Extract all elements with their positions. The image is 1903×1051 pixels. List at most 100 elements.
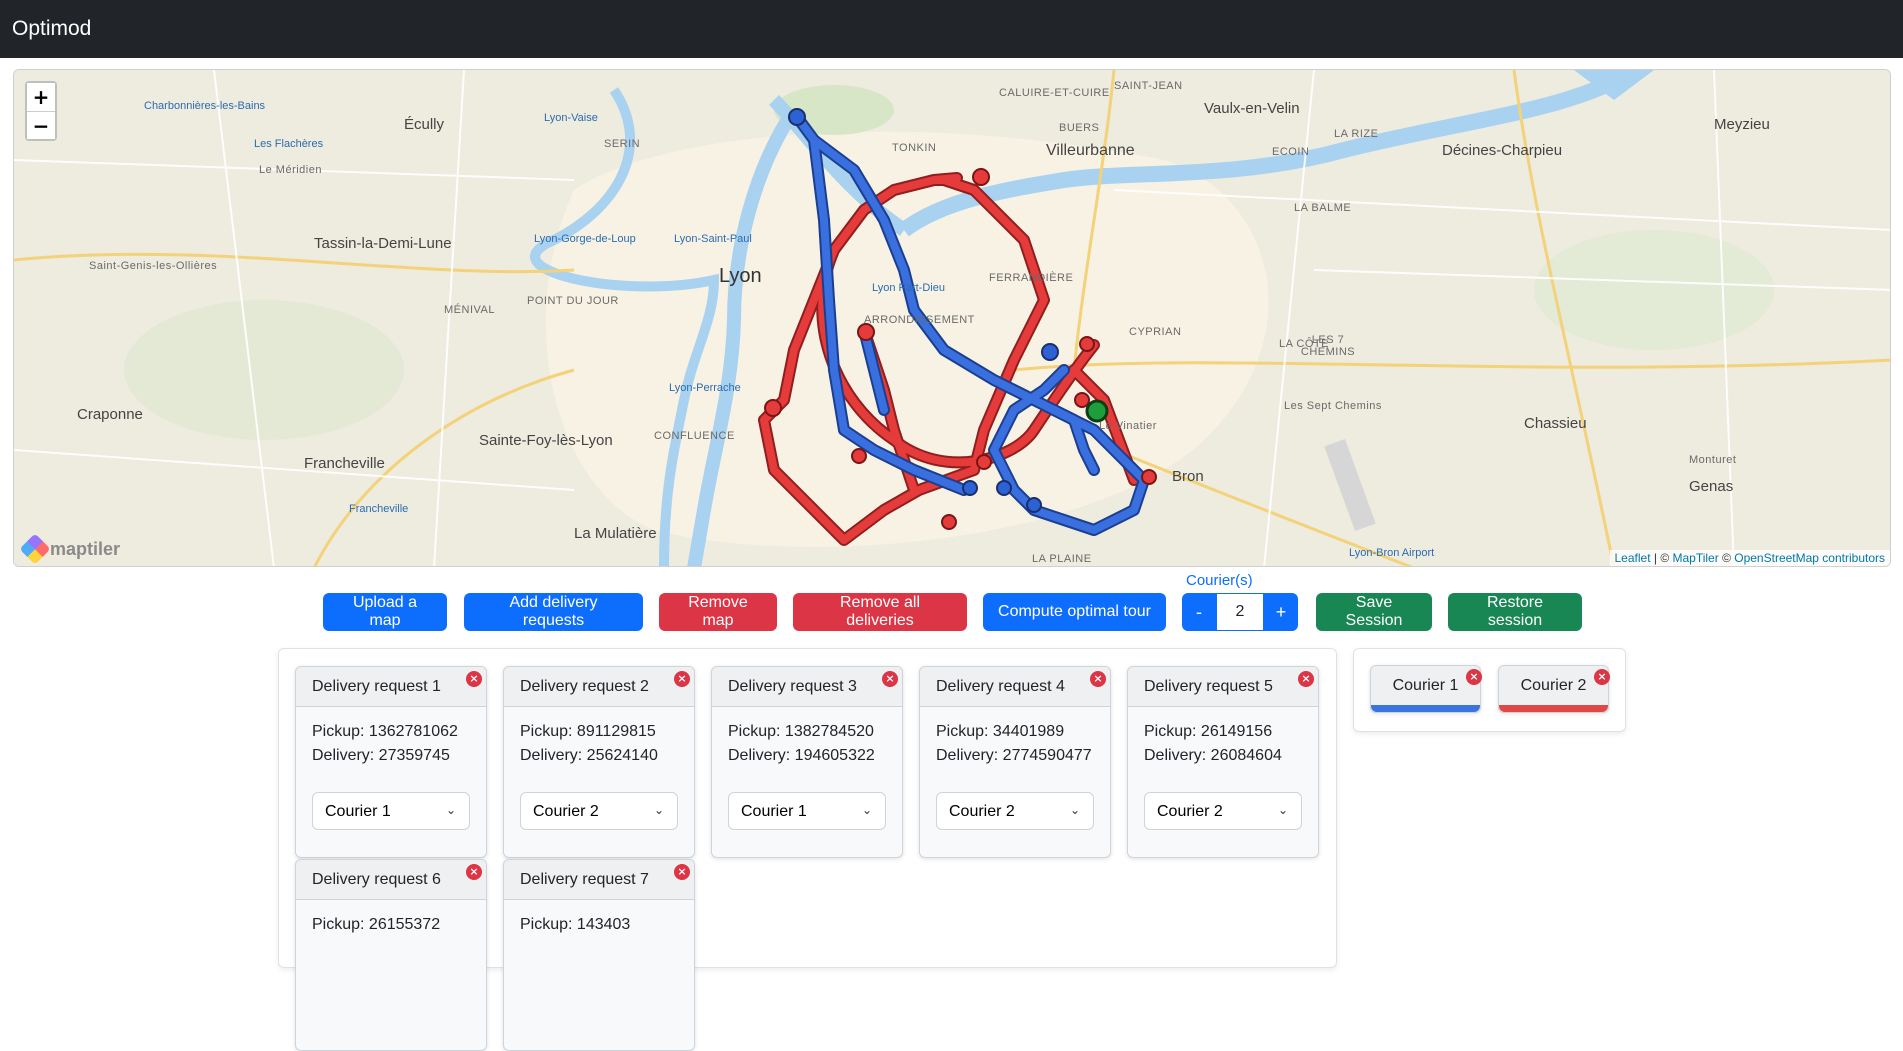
maptiler-logo-text: maptiler [50, 538, 121, 559]
increment-couriers-button[interactable]: + [1264, 593, 1298, 631]
osm-link[interactable]: OpenStreetMap contributors [1734, 551, 1885, 565]
map-label: ECOIN [1272, 146, 1310, 158]
compute-optimal-tour-button[interactable]: Compute optimal tour [983, 593, 1166, 631]
stop-marker[interactable] [1141, 469, 1157, 485]
courier-select[interactable]: Courier 1 [312, 792, 470, 830]
zoom-out-button[interactable]: − [27, 111, 55, 139]
map-label: POINT DU JOUR [527, 295, 619, 307]
remove-request-close-icon[interactable]: × [1090, 671, 1106, 687]
map-label: Décines-Charpieu [1442, 142, 1563, 159]
stop-marker[interactable] [941, 514, 957, 530]
remove-request-close-icon[interactable]: × [674, 864, 690, 880]
map-label: Francheville [349, 503, 409, 515]
courier-count-label: Courier(s) [1186, 572, 1253, 589]
map-label: Meyzieu [1714, 116, 1770, 133]
maptiler-link[interactable]: MapTiler [1673, 551, 1719, 565]
delivery-request-title: Delivery request 5 [1128, 667, 1318, 707]
map-attribution: Leaflet | © MapTiler © OpenStreetMap con… [1609, 550, 1890, 566]
pickup-text: Pickup: 143403 [520, 916, 631, 933]
map-label: FERRANDIÈRE [989, 272, 1074, 284]
stop-marker[interactable] [962, 480, 978, 496]
remove-map-button[interactable]: Remove map [659, 593, 777, 631]
green-area [1534, 230, 1774, 350]
upload-map-button[interactable]: Upload a map [323, 593, 447, 631]
stop-marker[interactable] [1026, 497, 1042, 513]
pickup-text: Pickup: 1382784520 [728, 723, 874, 740]
courier-select[interactable]: Courier 1 [728, 792, 886, 830]
remove-courier-close-icon[interactable]: × [1466, 669, 1482, 685]
stop-marker[interactable] [972, 168, 990, 186]
navbar: Optimod [0, 0, 1903, 58]
stop-marker[interactable] [857, 323, 875, 341]
delivery-request-title: Delivery request 2 [504, 667, 694, 707]
map-label: Lyon Part-Dieu [872, 282, 945, 294]
stop-marker[interactable] [788, 108, 806, 126]
stop-marker[interactable] [851, 448, 867, 464]
pickup-text: Pickup: 1362781062 [312, 723, 458, 740]
delivery-text: Delivery: 27359745 [312, 747, 450, 764]
warehouse-marker[interactable] [1085, 399, 1109, 423]
attribution-separator: © [1718, 551, 1735, 565]
delivery-text: Delivery: 2774590477 [936, 747, 1092, 764]
remove-all-deliveries-button[interactable]: Remove all deliveries [793, 593, 967, 631]
leaflet-link[interactable]: Leaflet [1615, 551, 1651, 565]
map-label: LA BALME [1294, 202, 1352, 214]
remove-request-close-icon[interactable]: × [674, 671, 690, 687]
courier-color-bar [1499, 705, 1608, 712]
map-label: SERIN [604, 138, 641, 150]
courier-select[interactable]: Courier 2 [520, 792, 678, 830]
map-label: Lyon [719, 265, 762, 287]
remove-request-close-icon[interactable]: × [466, 671, 482, 687]
courier-count-input[interactable] [1216, 593, 1264, 631]
map-label: Craponne [77, 406, 143, 423]
remove-courier-close-icon[interactable]: × [1594, 669, 1610, 685]
delivery-request-card: Delivery request 1 × Pickup: 1362781062 … [295, 666, 487, 858]
courier-count-stepper: - + [1182, 593, 1298, 631]
restore-session-button[interactable]: Restore session [1448, 593, 1582, 631]
delivery-request-title: Delivery request 6 [296, 860, 486, 900]
delivery-text: Delivery: 26084604 [1144, 747, 1282, 764]
stop-marker[interactable] [996, 480, 1012, 496]
map-label: CALUIRE-ET-CUIRE [999, 87, 1110, 99]
pickup-text: Pickup: 26149156 [1144, 723, 1273, 740]
save-session-button[interactable]: Save Session [1316, 593, 1432, 631]
map-label: LA RIZE [1334, 128, 1379, 140]
remove-request-close-icon[interactable]: × [882, 671, 898, 687]
remove-request-close-icon[interactable]: × [466, 864, 482, 880]
map-label: La Mulatière [574, 525, 657, 542]
map-label: ARRONDISSEMENT [864, 314, 975, 326]
courier-select[interactable]: Courier 2 [1144, 792, 1302, 830]
decrement-couriers-button[interactable]: - [1182, 593, 1216, 631]
zoom-in-button[interactable]: + [27, 83, 55, 111]
map-label: Tassin-la-Demi-Lune [314, 235, 452, 252]
maptiler-logo-icon [19, 533, 51, 565]
delivery-request-title: Delivery request 1 [296, 667, 486, 707]
add-delivery-requests-button[interactable]: Add delivery requests [464, 593, 643, 631]
map-label: Lyon-Vaise [544, 112, 598, 124]
stop-marker[interactable] [976, 454, 992, 470]
courier-card[interactable]: Courier 2 × [1498, 665, 1610, 713]
delivery-text: Delivery: 194605322 [728, 747, 875, 764]
zoom-control: + − [25, 81, 57, 141]
stop-marker[interactable] [1041, 343, 1059, 361]
map-label: SAINT-JEAN [1114, 80, 1183, 92]
map-label: BUERS [1059, 122, 1100, 134]
delivery-request-title: Delivery request 7 [504, 860, 694, 900]
delivery-request-title: Delivery request 3 [712, 667, 902, 707]
stop-marker[interactable] [1074, 392, 1090, 408]
delivery-request-title: Delivery request 4 [920, 667, 1110, 707]
couriers-panel: Courier 1 × Courier 2 × [1353, 648, 1626, 732]
courier-select[interactable]: Courier 2 [936, 792, 1094, 830]
map-label: Francheville [304, 455, 385, 472]
stop-marker[interactable] [764, 399, 782, 417]
map-view[interactable]: Charbonnières-les-Bains Lyon-Vaise Écull… [13, 69, 1891, 567]
map-label: Lyon-Gorge-de-Loup [534, 233, 636, 245]
map-label: Vaulx-en-Velin [1204, 100, 1300, 117]
remove-request-close-icon[interactable]: × [1298, 671, 1314, 687]
stop-marker[interactable] [1079, 336, 1095, 352]
delivery-requests-panel: Delivery request 1 × Pickup: 1362781062 … [278, 648, 1337, 1051]
delivery-request-card: Delivery request 4 × Pickup: 34401989 De… [919, 666, 1111, 858]
courier-name: Courier 1 [1392, 677, 1459, 694]
courier-card[interactable]: Courier 1 × [1370, 665, 1482, 713]
map-label: Le Méridien [259, 164, 322, 176]
